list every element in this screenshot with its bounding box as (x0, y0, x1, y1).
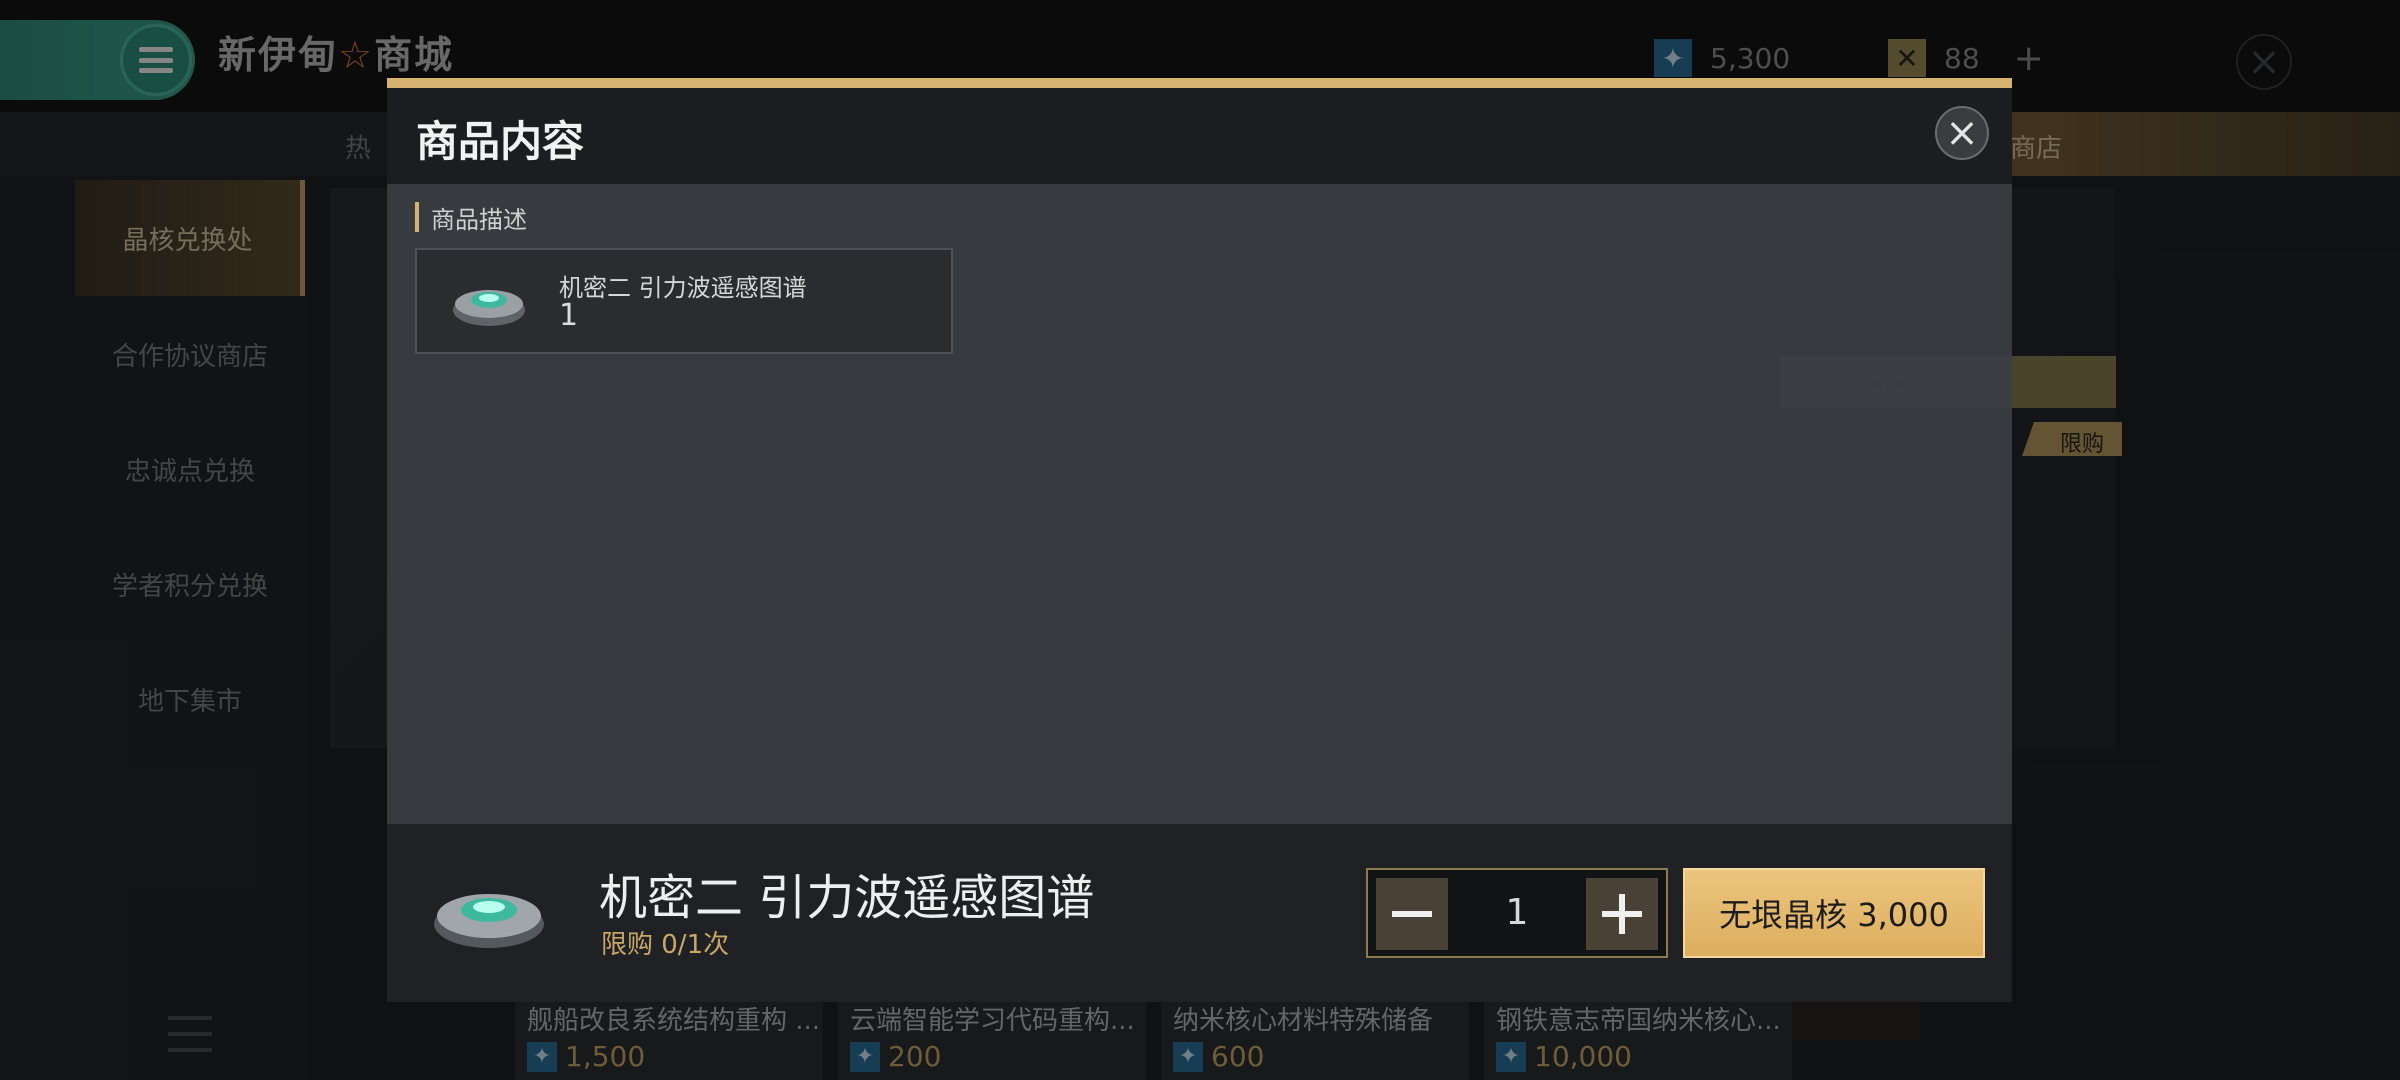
modal-header: 商品内容 × (387, 88, 2012, 184)
item-detail-modal: 商品内容 × 商品描述 机密二 引力波遥感图谱 1 机密二 引力波遥感图谱 限购… (387, 78, 2012, 1002)
section-label: 商品描述 (415, 202, 527, 234)
quantity-stepper: 1 (1366, 868, 1668, 958)
modal-accent-line (387, 78, 2012, 88)
quantity-value: 1 (1505, 892, 1529, 933)
close-icon: × (1945, 110, 1979, 156)
minus-icon (1392, 911, 1432, 917)
modal-title: 商品内容 (416, 117, 585, 166)
item-name: 机密二 引力波遥感图谱 (559, 274, 807, 302)
item-quantity: 1 (559, 298, 579, 333)
decrease-quantity-button[interactable] (1376, 878, 1448, 950)
plus-icon (1602, 894, 1642, 934)
increase-quantity-button[interactable] (1586, 878, 1658, 950)
purchase-bar: 机密二 引力波遥感图谱 限购 0/1次 1 无垠晶核 3,000 (387, 824, 2012, 1002)
purchase-item-name: 机密二 引力波遥感图谱 (599, 870, 1095, 926)
modal-body: 商品描述 机密二 引力波遥感图谱 1 (387, 184, 2012, 824)
disc-device-icon (434, 894, 544, 948)
buy-button[interactable]: 无垠晶核 3,000 (1683, 868, 1985, 958)
modal-close-button[interactable]: × (1935, 106, 1989, 160)
purchase-limit: 限购 0/1次 (601, 930, 730, 960)
buy-button-label: 无垠晶核 3,000 (1719, 896, 1949, 934)
disc-device-icon (453, 290, 525, 326)
item-card[interactable]: 机密二 引力波遥感图谱 1 (415, 248, 953, 354)
